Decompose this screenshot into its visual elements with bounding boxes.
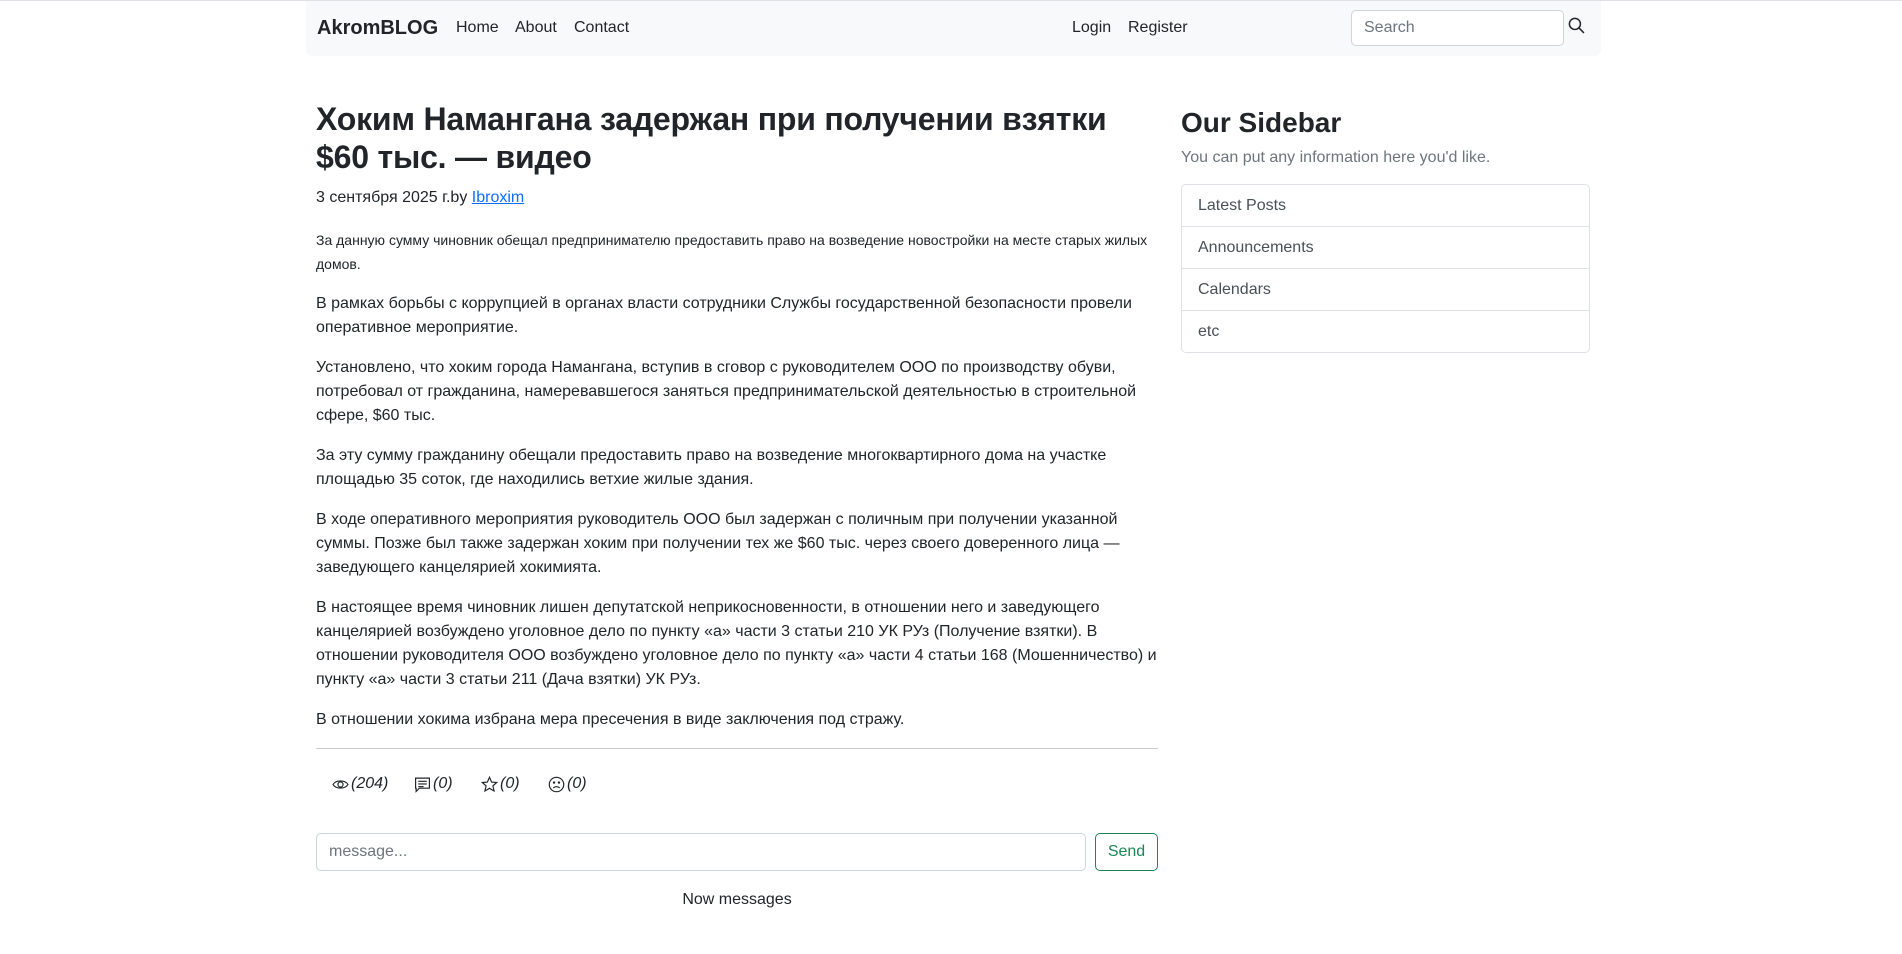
article-paragraph: В отношении хокима избрана мера пресечен… — [316, 711, 905, 728]
messages-status: Now messages — [682, 891, 792, 908]
nav-register[interactable]: Register — [1128, 19, 1188, 37]
article-title: Хоким Намангана задержан при получении в… — [316, 101, 1107, 175]
divider — [316, 748, 1158, 749]
message-form: Send — [316, 833, 1158, 871]
favorites-count: (0) — [500, 775, 520, 792]
page: AkromBLOG Home About Contact Login Regis… — [0, 0, 1902, 954]
comments-count: (0) — [433, 775, 453, 792]
views-count: (204) — [351, 775, 389, 792]
sidebar-item-announcements[interactable]: Announcements — [1182, 226, 1589, 268]
article-lead: За данную сумму чиновник обещал предприн… — [316, 232, 1148, 272]
message-input[interactable] — [316, 833, 1086, 871]
star-icon — [481, 775, 498, 793]
dislikes-count: (0) — [567, 775, 587, 792]
article-meta: 3 сентября 2025 г.by Ibroxim — [316, 188, 1158, 208]
views-stat[interactable]: (204) — [332, 775, 388, 793]
article-stats: (204) (0) (0) (0) — [316, 775, 1158, 797]
article: Хоким Намангана задержан при получении в… — [316, 100, 1158, 909]
nav-contact[interactable]: Contact — [574, 19, 629, 37]
nav-login[interactable]: Login — [1072, 19, 1111, 37]
sidebar-description: You can put any information here you'd l… — [1181, 149, 1491, 166]
article-paragraph: В рамках борьбы с коррупцией в органах в… — [316, 295, 1132, 336]
author-link[interactable]: Ibroxim — [472, 189, 524, 206]
article-paragraph: Установлено, что хоким города Намангана,… — [316, 359, 1137, 424]
article-paragraph: В ходе оперативного мероприятия руководи… — [316, 511, 1120, 576]
search-icon[interactable] — [1568, 17, 1590, 39]
sidebar-item-calendars[interactable]: Calendars — [1182, 268, 1589, 310]
article-date: 3 сентября 2025 г.by — [316, 189, 472, 206]
dislikes-stat[interactable]: (0) — [548, 775, 587, 793]
send-button[interactable]: Send — [1095, 833, 1158, 871]
comment-icon — [414, 776, 431, 793]
favorites-stat[interactable]: (0) — [481, 775, 520, 793]
search-input[interactable] — [1351, 10, 1564, 46]
sidebar-item-etc[interactable]: etc — [1182, 310, 1589, 352]
sidebar: Our Sidebar You can put any information … — [1181, 106, 1590, 353]
brand-logo[interactable]: AkromBLOG — [317, 17, 438, 40]
sidebar-title: Our Sidebar — [1181, 107, 1342, 138]
article-paragraph: За эту сумму гражданину обещали предоста… — [316, 447, 1107, 488]
navbar: AkromBLOG Home About Contact Login Regis… — [306, 1, 1601, 56]
nav-home[interactable]: Home — [456, 19, 499, 37]
article-paragraph: В настоящее время чиновник лишен депутат… — [316, 599, 1157, 688]
sidebar-list: Latest Posts Announcements Calendars etc — [1181, 184, 1590, 353]
sidebar-item-latest-posts[interactable]: Latest Posts — [1182, 185, 1589, 226]
eye-icon — [332, 776, 349, 793]
nav-about[interactable]: About — [515, 19, 557, 37]
frown-icon — [548, 776, 565, 793]
comments-stat[interactable]: (0) — [414, 775, 453, 793]
